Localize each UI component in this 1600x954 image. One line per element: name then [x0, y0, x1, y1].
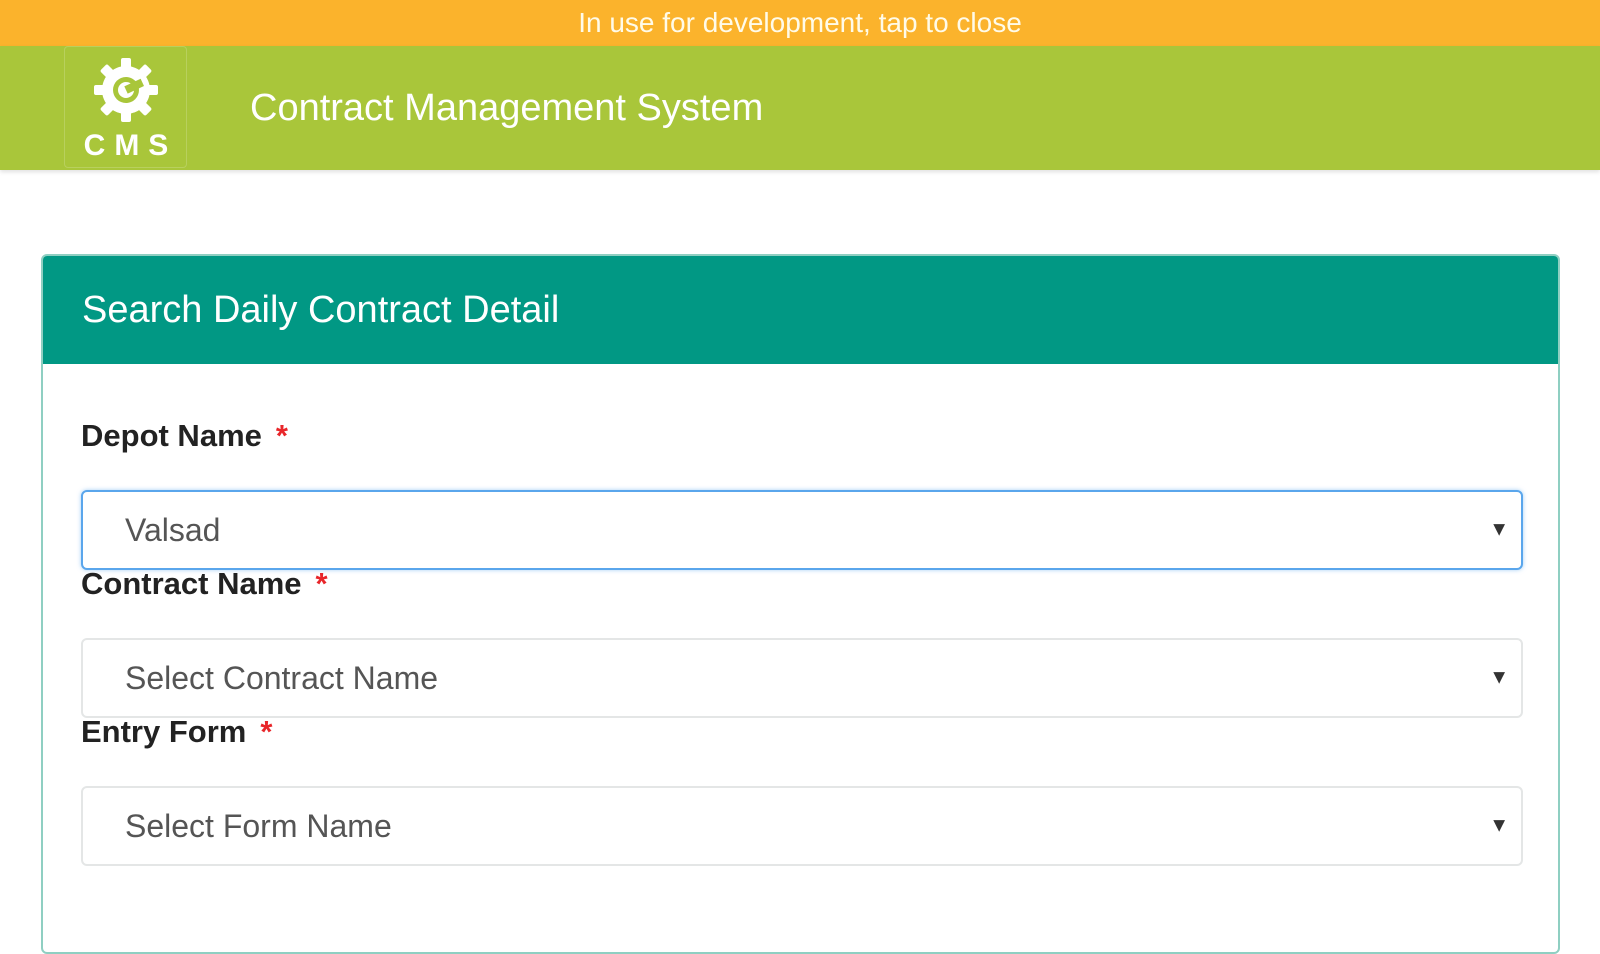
card-title: Search Daily Contract Detail — [43, 256, 1558, 364]
depot-name-select[interactable]: Valsad ▼ — [81, 490, 1523, 570]
contract-name-label-text: Contract Name — [81, 566, 302, 601]
caret-down-icon: ▼ — [1489, 666, 1509, 689]
contract-name-select[interactable]: Select Contract Name ▼ — [81, 638, 1523, 718]
contract-name-label: Contract Name * — [81, 566, 328, 602]
cms-logo[interactable]: CMS — [64, 46, 187, 168]
dev-mode-banner-text: In use for development, tap to close — [578, 7, 1022, 38]
app-title: Contract Management System — [250, 86, 764, 129]
logo-text: CMS — [83, 129, 178, 162]
depot-name-label-text: Depot Name — [81, 418, 262, 453]
entry-form-label: Entry Form * — [81, 714, 272, 750]
required-marker: * — [260, 714, 273, 749]
dev-mode-banner[interactable]: In use for development, tap to close — [0, 0, 1600, 46]
required-marker: * — [275, 418, 288, 453]
entry-form-select[interactable]: Select Form Name ▼ — [81, 786, 1523, 866]
entry-form-label-text: Entry Form — [81, 714, 247, 749]
required-marker: * — [315, 566, 328, 601]
search-card: Search Daily Contract Detail Depot Name *… — [41, 254, 1560, 954]
app-header: CMS Contract Management System — [0, 46, 1600, 170]
contract-name-value: Select Contract Name — [125, 659, 439, 696]
depot-name-value: Valsad — [125, 511, 221, 548]
caret-down-icon: ▼ — [1489, 814, 1509, 837]
depot-name-label: Depot Name * — [81, 418, 288, 454]
caret-down-icon: ▼ — [1489, 518, 1509, 541]
entry-form-value: Select Form Name — [125, 807, 392, 844]
gear-wrench-icon — [93, 58, 158, 122]
